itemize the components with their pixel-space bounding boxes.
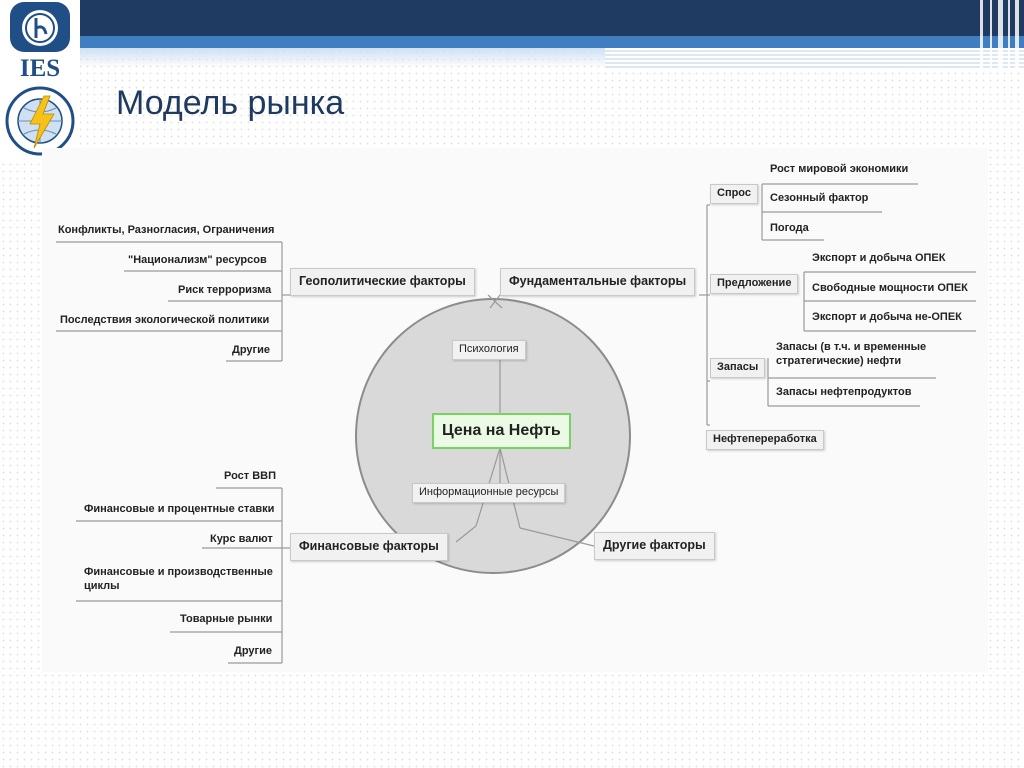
- refining-node: Нефтепереработка: [706, 430, 824, 450]
- demand-item: Рост мировой экономики: [770, 163, 909, 175]
- geopolitical-item: "Национализм" ресурсов: [128, 254, 267, 266]
- header-band: [80, 36, 1024, 48]
- header-bar: [80, 0, 1024, 36]
- financial-factors-node: Финансовые факторы: [290, 533, 448, 561]
- financial-item: Финансовые и производственные циклы: [84, 566, 273, 592]
- header-stripe: [990, 0, 992, 70]
- header-stripe: [1015, 0, 1019, 70]
- stocks-item: Запасы (в т.ч. и временные стратегически…: [776, 341, 927, 367]
- header-stripe: [998, 0, 1003, 70]
- financial-item: Финансовые и процентные ставки: [84, 503, 275, 515]
- fundamental-factors-node: Фундаментальные факторы: [500, 268, 696, 296]
- slide-title: Модель рынка: [116, 84, 345, 122]
- demand-node: Спрос: [710, 184, 758, 204]
- supply-item: Свободные мощности ОПЕК: [812, 282, 968, 294]
- demand-item: Сезонный фактор: [770, 192, 869, 204]
- header-stripe: [1008, 0, 1010, 70]
- psychology-node: Психология: [452, 340, 526, 360]
- geopolitical-item: Последствия экологической политики: [60, 314, 270, 326]
- geopolitical-item: Конфликты, Разногласия, Ограничения: [58, 224, 275, 236]
- information-resources-node: Информационные ресурсы: [412, 483, 566, 503]
- financial-item: Курс валют: [210, 533, 273, 545]
- geopolitical-factors-node: Геополитические факторы: [290, 268, 475, 296]
- header-stripe: [980, 0, 983, 70]
- mind-map: Геополитические факторы Конфликты, Разно…: [42, 148, 988, 672]
- financial-item: Товарные рынки: [180, 613, 273, 625]
- financial-item: Другие: [234, 645, 272, 657]
- other-factors-node: Другие факторы: [594, 532, 715, 560]
- geopolitical-item: Другие: [232, 344, 270, 356]
- stocks-node: Запасы: [710, 358, 766, 378]
- supply-node: Предложение: [710, 274, 799, 294]
- header-lines: [605, 48, 1024, 70]
- logo-area: IES: [0, 0, 80, 158]
- header-fade: [80, 48, 610, 68]
- supply-item: Экспорт и добыча не-ОПЕК: [812, 311, 962, 323]
- stocks-item: Запасы нефтепродуктов: [776, 386, 912, 398]
- demand-item: Погода: [770, 222, 809, 234]
- geopolitical-item: Риск терроризма: [178, 284, 272, 296]
- supply-item: Экспорт и добыча ОПЕК: [812, 252, 946, 264]
- ies-logo-text: IES: [20, 55, 60, 82]
- financial-item: Рост ВВП: [224, 470, 276, 482]
- oil-price-center-node: Цена на Нефть: [432, 413, 571, 449]
- ies-logo: IES: [5, 2, 75, 156]
